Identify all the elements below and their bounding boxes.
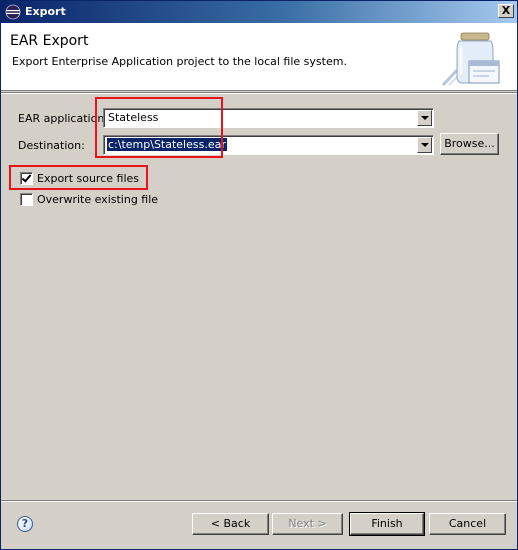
page-title: EAR Export [10,33,89,49]
chevron-down-icon[interactable] [417,137,432,153]
close-button[interactable]: X [498,4,514,18]
window-title: Export [25,5,66,18]
export-dialog: Export X EAR Export Export Enterprise Ap… [0,0,518,550]
help-icon[interactable]: ? [17,516,33,532]
banner-separator [1,92,517,94]
page-description: Export Enterprise Application project to… [12,55,347,68]
overwrite-existing-file-label[interactable]: Overwrite existing file [37,193,158,206]
chevron-down-icon[interactable] [417,110,432,126]
jar-export-wizard-icon [441,32,500,87]
finish-button[interactable]: Finish [349,512,425,536]
browse-button[interactable]: Browse... [440,133,499,155]
eclipse-icon [5,4,21,20]
footer-separator [1,500,517,502]
cancel-button[interactable]: Cancel [429,513,506,535]
title-bar[interactable]: Export X [1,1,517,23]
overwrite-existing-file-checkbox[interactable] [20,193,33,206]
wizard-banner: EAR Export Export Enterprise Application… [1,23,517,91]
destination-label: Destination: [18,139,85,152]
highlight-box-fields [95,97,223,158]
highlight-box-checkbox [9,165,148,190]
next-button[interactable]: Next > [272,513,343,535]
back-button[interactable]: < Back [192,513,269,535]
